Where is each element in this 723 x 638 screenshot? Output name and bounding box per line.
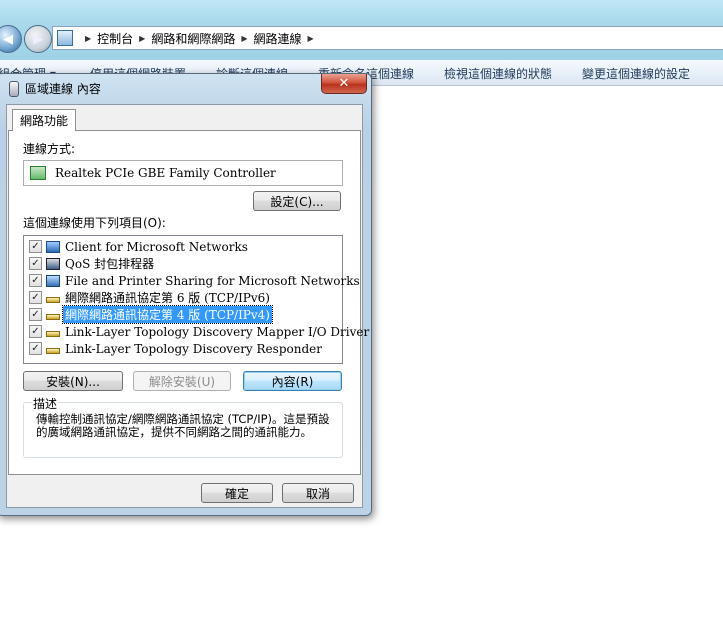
list-item-label: Client for Microsoft Networks (65, 239, 248, 254)
uninstall-button[interactable]: 解除安裝(U) (133, 371, 231, 391)
forward-button[interactable]: ▶ (24, 25, 52, 53)
close-icon: ✕ (338, 76, 350, 91)
list-item-tcp-ipv4[interactable]: ✓ 網際網路通訊協定第 4 版 (TCP/IPv4) (24, 305, 342, 324)
breadcrumb-separator-icon[interactable]: ▶ (308, 34, 314, 43)
item-checkbox[interactable]: ✓ (29, 342, 42, 355)
dialog-client-area: 網路功能 連線方式: Realtek PCIe GBE Family Contr… (6, 104, 369, 508)
breadcrumb-control-panel[interactable]: 控制台 (97, 30, 133, 47)
configure-button[interactable]: 設定(C)... (253, 191, 341, 211)
item-checkbox[interactable]: ✓ (29, 291, 42, 304)
list-item-label: QoS 封包排程器 (65, 257, 155, 271)
item-checkbox[interactable]: ✓ (29, 274, 42, 287)
tab-networking-label: 網路功能 (20, 114, 69, 128)
description-label: 描述 (32, 395, 59, 412)
network-card-icon (30, 166, 46, 180)
item-checkbox[interactable]: ✓ (29, 325, 42, 338)
list-item-label: Link-Layer Topology Discovery Responder (65, 341, 322, 356)
list-item-qos-packet-scheduler[interactable]: ✓ QoS 封包排程器 (24, 255, 342, 272)
back-button[interactable]: ◀ (0, 25, 22, 53)
dialog-title: 區域連線 內容 (25, 82, 101, 96)
breadcrumb-separator-icon[interactable]: ▶ (85, 34, 91, 43)
cancel-button[interactable]: 取消 (282, 483, 354, 503)
connect-using-label: 連線方式: (23, 142, 76, 156)
local-area-connection-properties-dialog: 區域連線 內容 ✕ 網路功能 連線方式: Realtek PCIe GBE Fa… (0, 73, 372, 516)
item-checkbox[interactable]: ✓ (29, 257, 42, 270)
breadcrumb-network-connections[interactable]: 網路連線 (254, 30, 302, 47)
list-item-label: 網際網路通訊協定第 6 版 (TCP/IPv6) (65, 291, 270, 305)
list-item-label: File and Printer Sharing for Microsoft N… (65, 273, 360, 288)
close-button[interactable]: ✕ (321, 74, 367, 94)
item-checkbox[interactable]: ✓ (29, 240, 42, 253)
network-adapter-icon (9, 80, 19, 97)
change-settings-button[interactable]: 變更這個連線的設定 (582, 65, 690, 82)
install-button[interactable]: 安裝(N)... (23, 371, 123, 391)
breadcrumb-network-internet[interactable]: 網路和網際網路 (151, 30, 235, 47)
connection-items-list[interactable]: ✓ Client for Microsoft Networks ✓ QoS 封包… (23, 235, 369, 364)
protocol-icon (46, 348, 60, 354)
sharing-icon (46, 274, 60, 287)
control-panel-icon (57, 30, 73, 46)
breadcrumb-separator-icon[interactable]: ▶ (241, 34, 247, 43)
adapter-name: Realtek PCIe GBE Family Controller (55, 166, 276, 180)
protocol-icon (46, 314, 60, 320)
protocol-icon (46, 331, 60, 337)
properties-button[interactable]: 內容(R) (243, 371, 342, 391)
dialog-title-bar[interactable]: 區域連線 內容 (9, 80, 101, 97)
item-checkbox[interactable]: ✓ (29, 308, 42, 321)
breadcrumb-separator-icon[interactable]: ▶ (139, 34, 145, 43)
list-item-label: Link-Layer Topology Discovery Mapper I/O… (65, 324, 370, 339)
back-arrow-icon: ◀ (3, 31, 13, 47)
view-status-button[interactable]: 檢視這個連線的狀態 (444, 65, 552, 82)
list-item-label-selected: 網際網路通訊協定第 4 版 (TCP/IPv4) (62, 305, 273, 324)
description-text: 傳輸控制通訊協定/網際網路通訊協定 (TCP/IP)。這是預設的廣域網路通訊協定… (36, 412, 330, 439)
qos-icon (46, 257, 60, 270)
description-group: 描述 傳輸控制通訊協定/網際網路通訊協定 (TCP/IP)。這是預設的廣域網路通… (23, 395, 343, 458)
items-list-label: 這個連線使用下列項目(O): (23, 216, 166, 230)
list-item-lltd-mapper[interactable]: ✓ Link-Layer Topology Discovery Mapper I… (24, 323, 369, 340)
list-item-lltd-responder[interactable]: ✓ Link-Layer Topology Discovery Responde… (24, 340, 342, 357)
network-client-icon (46, 240, 60, 253)
address-bar[interactable]: ▶ 控制台 ▶ 網路和網際網路 ▶ 網路連線 ▶ (52, 26, 723, 50)
list-item-client-microsoft-networks[interactable]: ✓ Client for Microsoft Networks (24, 238, 342, 255)
adapter-field: Realtek PCIe GBE Family Controller (23, 160, 343, 186)
protocol-icon (46, 297, 60, 303)
list-item-file-printer-sharing[interactable]: ✓ File and Printer Sharing for Microsoft… (24, 272, 360, 289)
ok-button[interactable]: 確定 (201, 483, 273, 503)
tab-networking[interactable]: 網路功能 (12, 109, 77, 131)
networking-tab-panel: 連線方式: Realtek PCIe GBE Family Controller… (8, 130, 369, 475)
explorer-titlebar: ◀ ▶ ▼ ▶ 控制台 ▶ 網路和網際網路 ▶ 網路連線 ▶ (0, 0, 723, 60)
list-item-tcp-ipv6[interactable]: ✓ 網際網路通訊協定第 6 版 (TCP/IPv6) (24, 289, 342, 306)
forward-arrow-icon: ▶ (33, 31, 43, 47)
